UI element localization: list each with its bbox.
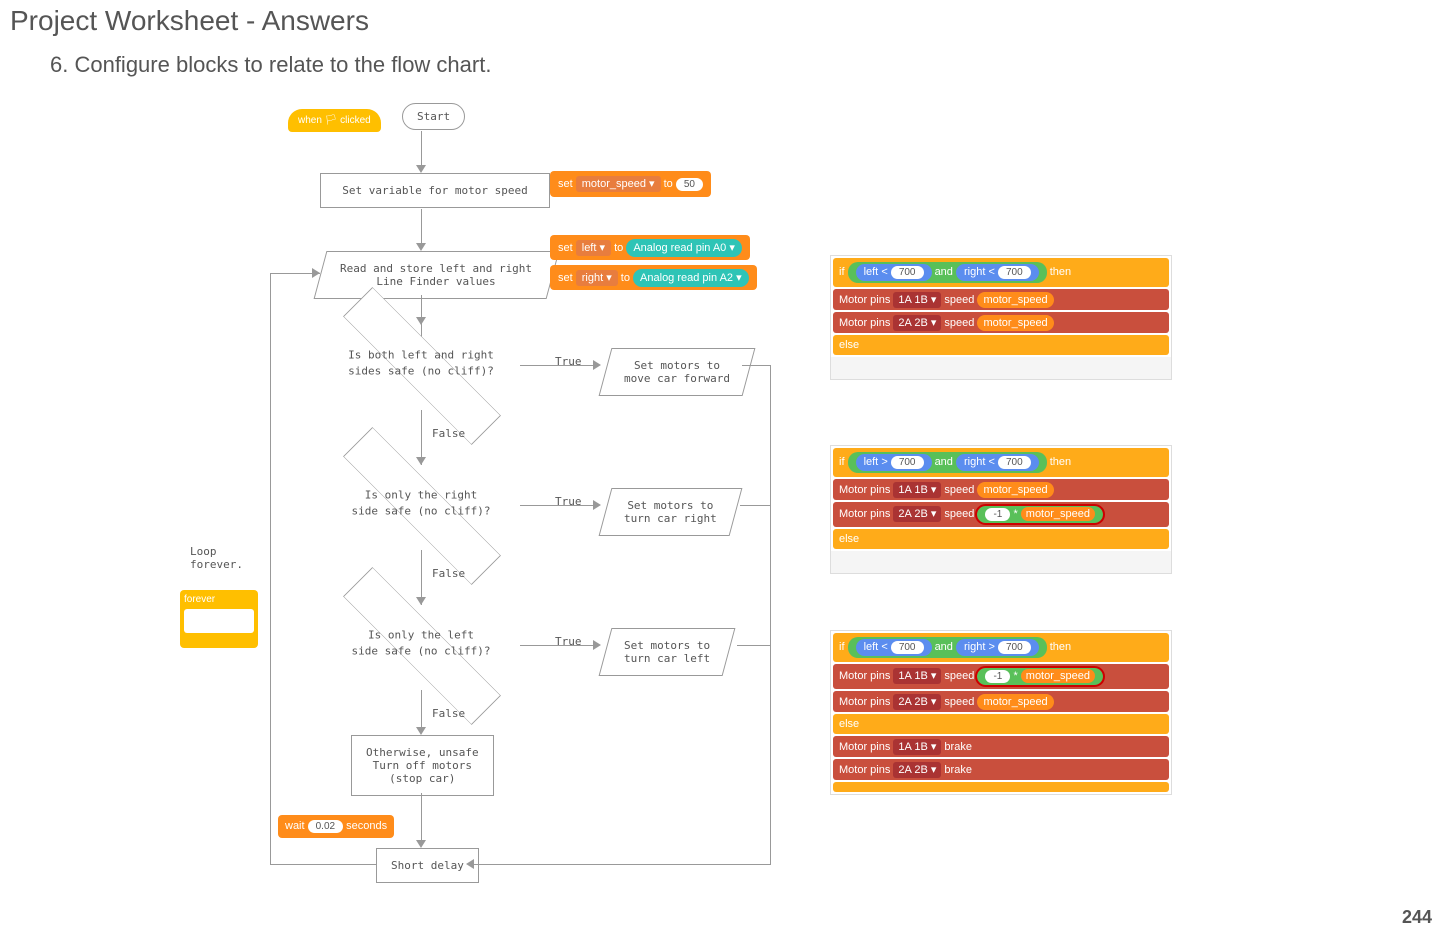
true-label-3: True bbox=[555, 635, 582, 648]
code-block-2: if left > 700 and right < 700 then Motor… bbox=[830, 445, 1172, 574]
flowchart-container: when 🏳 clicked Start Set variable for mo… bbox=[180, 95, 830, 915]
action-forward: Set motors to move car forward bbox=[599, 348, 756, 396]
false-label-3: False bbox=[432, 707, 465, 720]
instruction: 6. Configure blocks to relate to the flo… bbox=[0, 42, 1440, 88]
set-motor-speed-block: set motor_speed ▾ to 50 bbox=[550, 171, 711, 197]
false-label-2: False bbox=[432, 567, 465, 580]
action-turn-right: Set motors to turn car right bbox=[599, 488, 743, 536]
set-variable-node: Set variable for motor speed bbox=[320, 173, 550, 208]
forever-block: forever bbox=[180, 590, 258, 648]
true-label-1: True bbox=[555, 355, 582, 368]
read-store-node: Read and store left and right Line Finde… bbox=[314, 251, 560, 299]
otherwise-node: Otherwise, unsafe Turn off motors (stop … bbox=[351, 735, 494, 796]
decision-left-safe: Is only the left side safe (no cliff)? bbox=[321, 600, 521, 690]
code-block-3: if left < 700 and right > 700 then Motor… bbox=[830, 630, 1172, 795]
page-title: Project Worksheet - Answers bbox=[0, 0, 1440, 42]
action-turn-left: Set motors to turn car left bbox=[599, 628, 736, 676]
set-left-block: set left ▾ to Analog read pin A0 ▾ bbox=[550, 235, 750, 260]
when-clicked-block: when 🏳 clicked bbox=[288, 109, 381, 132]
decision-right-safe: Is only the right side safe (no cliff)? bbox=[321, 460, 521, 550]
loop-forever-label: Loop forever. bbox=[190, 545, 243, 571]
false-label-1: False bbox=[432, 427, 465, 440]
wait-block: wait 0.02 seconds bbox=[278, 815, 394, 838]
start-node: Start bbox=[402, 103, 465, 130]
set-right-block: set right ▾ to Analog read pin A2 ▾ bbox=[550, 265, 757, 290]
page-number: 244 bbox=[1402, 907, 1432, 928]
code-block-1: if left < 700 and right < 700 then Motor… bbox=[830, 255, 1172, 380]
true-label-2: True bbox=[555, 495, 582, 508]
decision-both-safe: Is both left and right sides safe (no cl… bbox=[321, 320, 521, 410]
short-delay-node: Short delay bbox=[376, 848, 479, 883]
